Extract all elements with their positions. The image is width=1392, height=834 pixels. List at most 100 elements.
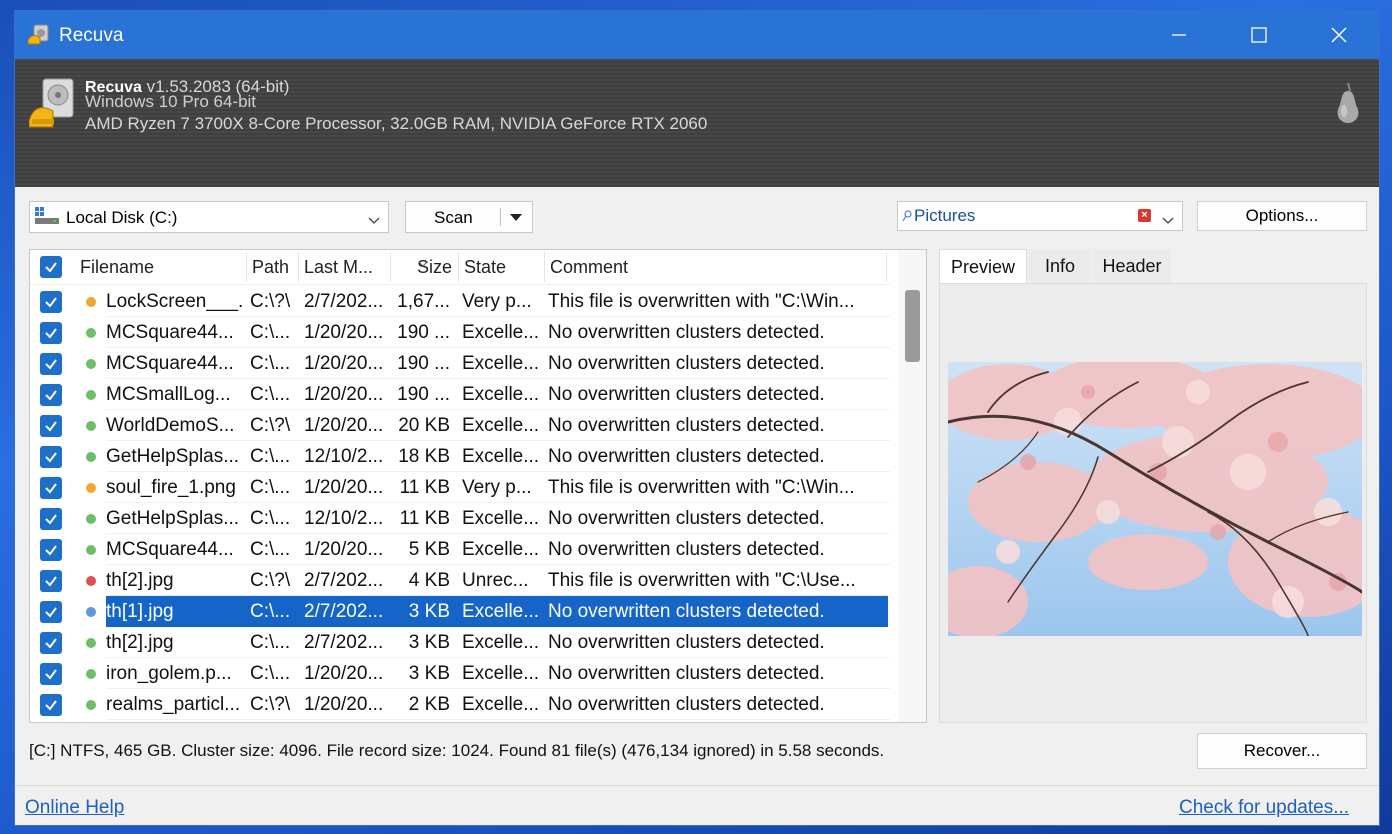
row-checkbox[interactable] [40, 663, 62, 685]
row-checkbox[interactable] [40, 446, 62, 468]
tab-preview[interactable]: Preview [939, 249, 1027, 283]
cell-last-modified: 1/20/20... [304, 415, 384, 436]
footer-divider [15, 785, 1379, 786]
pear-logo-icon [1333, 81, 1363, 130]
drive-select[interactable]: Local Disk (C:) [29, 201, 389, 233]
hardware-info: AMD Ryzen 7 3700X 8-Core Processor, 32.0… [85, 114, 708, 133]
scan-dropdown-arrow-icon[interactable] [510, 214, 522, 221]
table-row[interactable]: GetHelpSplas... C:\... 12/10/2... 11 KB Exce… [30, 503, 890, 534]
cherry-blossom-preview-image [948, 362, 1362, 636]
check-for-updates-link[interactable]: Check for updates... [1179, 797, 1349, 819]
cell-comment: This file is overwritten with "C:\Win... [548, 291, 855, 312]
cell-comment: No overwritten clusters detected. [548, 632, 825, 653]
tab-info[interactable]: Info [1029, 249, 1091, 283]
table-row[interactable]: th[1].jpg C:\... 2/7/202... 3 KB Excelle... N… [30, 596, 890, 627]
table-row[interactable]: soul_fire_1.png C:\... 1/20/20... 11 KB Very… [30, 472, 890, 503]
cell-filename: MCSquare44... [106, 539, 234, 560]
column-header-path[interactable]: Path [246, 250, 298, 284]
select-all-checkbox[interactable] [40, 256, 62, 278]
maximize-button[interactable] [1219, 11, 1299, 59]
minimize-button[interactable] [1139, 11, 1219, 59]
cell-path: C:\?\ [250, 415, 291, 436]
row-checkbox[interactable] [40, 694, 62, 716]
recovery-status-icon [86, 669, 96, 679]
cell-size: 11 KB [399, 508, 450, 529]
cell-comment: No overwritten clusters detected. [548, 539, 825, 560]
table-row[interactable]: LockScreen___... C:\?\ 2/7/202... 1,67... Ve… [30, 286, 890, 317]
close-icon [1331, 27, 1347, 43]
row-checkbox[interactable] [40, 570, 62, 592]
system-info-banner: Recuva v1.53.2083 (64-bit) Windows 10 Pr… [15, 59, 1379, 187]
row-checkbox[interactable] [40, 384, 62, 406]
column-header-state[interactable]: State [458, 250, 544, 284]
os-info: Windows 10 Pro 64-bit [85, 92, 257, 111]
recovery-status-icon [86, 359, 96, 369]
close-button[interactable] [1299, 11, 1379, 59]
tab-header[interactable]: Header [1093, 249, 1171, 283]
file-list-scrollbar[interactable] [898, 250, 926, 722]
column-header-comment[interactable]: Comment [544, 250, 884, 284]
cell-size: 3 KB [408, 663, 450, 684]
cell-filename: iron_golem.p... [106, 663, 232, 684]
table-row[interactable]: MCSmallLog... C:\... 1/20/20... 190 ... Exce… [30, 379, 890, 410]
cell-state: Excelle... [462, 353, 540, 374]
table-row[interactable]: MCSquare44... C:\... 1/20/20... 190 ... Exce… [30, 317, 890, 348]
cell-last-modified: 1/20/20... [304, 322, 384, 343]
file-type-filter[interactable]: Pictures × [897, 201, 1183, 231]
table-row[interactable]: th[2].jpg C:\?\ 2/7/202... 4 KB Unrec... This… [30, 565, 890, 596]
cell-path: C:\... [250, 353, 291, 374]
cell-last-modified: 12/10/2... [304, 446, 384, 467]
cell-state: Excelle... [462, 415, 540, 436]
cell-comment: No overwritten clusters detected. [548, 353, 825, 374]
table-row[interactable]: iron_golem.p... C:\... 1/20/20... 3 KB Excel… [30, 658, 890, 689]
maximize-icon [1251, 27, 1267, 43]
row-checkbox[interactable] [40, 291, 62, 313]
row-checkbox[interactable] [40, 477, 62, 499]
cell-size: 3 KB [408, 632, 450, 653]
table-row[interactable]: GetHelpSplas... C:\... 12/10/2... 18 KB Exce… [30, 441, 890, 472]
cell-comment: No overwritten clusters detected. [548, 322, 825, 343]
table-row[interactable]: MCSquare44... C:\... 1/20/20... 5 KB Excelle… [30, 534, 890, 565]
cell-path: C:\... [250, 539, 291, 560]
row-checkbox[interactable] [40, 508, 62, 530]
filter-search-icon [902, 209, 912, 227]
row-checkbox[interactable] [40, 415, 62, 437]
recuva-window: Recuva Recuva v1.53.2083 (64-bit) Window… [14, 10, 1380, 826]
cell-filename: MCSmallLog... [106, 384, 231, 405]
cell-filename: GetHelpSplas... [106, 508, 240, 529]
cell-size: 18 KB [398, 446, 450, 467]
options-button[interactable]: Options... [1197, 201, 1367, 231]
recover-button[interactable]: Recover... [1197, 733, 1367, 769]
table-row[interactable]: realms_particl... C:\?\ 1/20/20... 2 KB Exce… [30, 689, 890, 720]
cell-filename: th[2].jpg [106, 570, 174, 591]
cell-comment: No overwritten clusters detected. [548, 601, 825, 622]
row-checkbox[interactable] [40, 539, 62, 561]
online-help-link[interactable]: Online Help [25, 797, 124, 819]
cell-path: C:\... [250, 601, 291, 622]
cell-last-modified: 2/7/202... [304, 632, 384, 653]
cell-size: 1,67... [397, 291, 450, 312]
table-row[interactable]: WorldDemoS... C:\?\ 1/20/20... 20 KB Excelle… [30, 410, 890, 441]
column-header-last-modified[interactable]: Last M... [298, 250, 388, 284]
chevron-down-icon[interactable] [1162, 212, 1174, 230]
chevron-down-icon [368, 212, 380, 230]
clear-filter-icon[interactable]: × [1138, 209, 1151, 222]
table-row[interactable]: MCSquare44... C:\... 1/20/20... 190 ... Exce… [30, 348, 890, 379]
scrollbar-thumb[interactable] [905, 290, 920, 362]
local-disk-icon [34, 206, 60, 231]
title-bar: Recuva [15, 11, 1379, 59]
column-header-filename[interactable]: Filename [74, 250, 244, 284]
cell-filename: realms_particl... [106, 694, 241, 715]
row-checkbox[interactable] [40, 632, 62, 654]
row-checkbox[interactable] [40, 322, 62, 344]
cell-filename: LockScreen___... [106, 291, 244, 312]
cell-size: 190 ... [397, 384, 450, 405]
cell-size: 4 KB [408, 570, 450, 591]
scan-button-label: Scan [434, 208, 473, 227]
row-checkbox[interactable] [40, 353, 62, 375]
row-checkbox[interactable] [40, 601, 62, 623]
cell-size: 3 KB [408, 601, 450, 622]
scan-button[interactable]: Scan [405, 201, 533, 233]
cell-last-modified: 2/7/202... [304, 291, 384, 312]
table-row[interactable]: th[2].jpg C:\... 2/7/202... 3 KB Excelle... N… [30, 627, 890, 658]
